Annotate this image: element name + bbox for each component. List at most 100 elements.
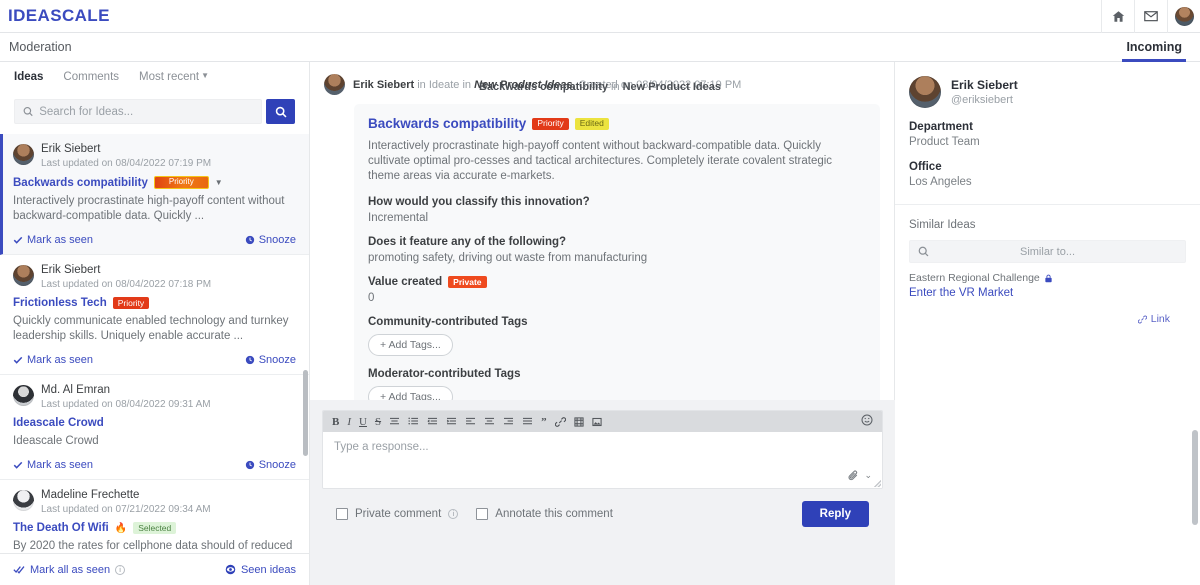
- mail-icon[interactable]: [1134, 0, 1167, 33]
- similar-idea-link[interactable]: Enter the VR Market: [909, 287, 1186, 299]
- scrollbar-thumb[interactable]: [303, 370, 308, 456]
- list-item[interactable]: Erik Siebert Last updated on 08/04/2022 …: [0, 134, 309, 255]
- snooze-button[interactable]: Snooze: [245, 354, 296, 366]
- comment-textarea[interactable]: Type a response... ⌄: [323, 432, 882, 488]
- thread-meta: Erik Siebert in Ideate in New Product Id…: [353, 79, 741, 91]
- indent-icon[interactable]: [446, 417, 457, 426]
- similar-search-placeholder: Similar to...: [1019, 245, 1075, 258]
- mark-as-seen-button[interactable]: Mark as seen: [13, 459, 93, 471]
- content-area: Ideas Comments Most recent ▼ Search for …: [0, 62, 1200, 585]
- snooze-label: Snooze: [258, 354, 296, 366]
- idea-question-3: Value created: [368, 276, 443, 288]
- card-header: Madeline Frechette Last updated on 07/21…: [13, 489, 296, 515]
- card-author: Madeline Frechette: [41, 489, 140, 501]
- user-avatar[interactable]: [1167, 0, 1200, 33]
- clock-icon: [245, 355, 254, 365]
- comment-editor-wrap: B I U S ” Type a response... ⌄ Private c…: [310, 400, 895, 527]
- italic-icon[interactable]: I: [347, 416, 351, 428]
- card-title[interactable]: Backwards compatibility: [13, 177, 148, 189]
- thread-campaign[interactable]: New Product Ideas,: [474, 79, 575, 91]
- search-icon: [275, 106, 287, 118]
- avatar: [324, 74, 345, 95]
- annotate-comment-checkbox[interactable]: Annotate this comment: [476, 508, 613, 520]
- mark-as-seen-button[interactable]: Mark as seen: [13, 354, 93, 366]
- chevron-down-icon: ▼: [201, 71, 210, 80]
- unordered-list-icon[interactable]: [408, 417, 419, 426]
- list-item[interactable]: Madeline Frechette Last updated on 07/21…: [0, 480, 309, 553]
- attachment-icon: [848, 470, 858, 481]
- info-icon[interactable]: i: [115, 564, 126, 575]
- snooze-button[interactable]: Snooze: [245, 459, 296, 471]
- department-value: Product Team: [909, 136, 980, 148]
- reply-button[interactable]: Reply: [801, 501, 869, 527]
- add-moderator-tag-button[interactable]: + Add Tags...: [368, 386, 453, 400]
- card-updated: Last updated on 08/04/2022 09:31 AM: [41, 399, 211, 410]
- seen-ideas-button[interactable]: Seen ideas: [225, 564, 296, 576]
- attachment-controls[interactable]: ⌄: [848, 470, 872, 481]
- underline-icon[interactable]: U: [359, 416, 367, 428]
- link-label: Link: [1150, 313, 1170, 325]
- idea-question-3-row: Value created Private: [368, 276, 866, 288]
- editor-footer: Private comment i Annotate this comment …: [322, 489, 883, 527]
- private-comment-checkbox[interactable]: Private comment i: [336, 508, 459, 520]
- align-justify-icon[interactable]: [522, 417, 533, 426]
- tab-ideas[interactable]: Ideas: [14, 71, 43, 83]
- search-input[interactable]: [39, 105, 253, 118]
- search-button[interactable]: [266, 99, 295, 124]
- ideas-list[interactable]: Erik Siebert Last updated on 08/04/2022 …: [0, 134, 309, 553]
- card-author: Erik Siebert: [41, 143, 101, 155]
- office-label: Office: [909, 161, 942, 173]
- add-community-tag-button[interactable]: + Add Tags...: [368, 334, 453, 356]
- department-label: Department: [909, 121, 973, 133]
- thread-author[interactable]: Erik Siebert: [353, 79, 414, 91]
- sort-dropdown[interactable]: Most recent ▼: [139, 71, 209, 83]
- resize-handle[interactable]: [874, 480, 881, 487]
- info-icon[interactable]: i: [448, 509, 459, 519]
- list-item[interactable]: Md. Al Emran Last updated on 08/04/2022 …: [0, 375, 309, 480]
- page-scrollbar-thumb[interactable]: [1192, 430, 1198, 525]
- image-icon[interactable]: [592, 417, 602, 427]
- emoji-icon[interactable]: [861, 414, 873, 429]
- list-item[interactable]: Erik Siebert Last updated on 08/04/2022 …: [0, 255, 309, 375]
- video-icon[interactable]: [574, 416, 584, 427]
- avatar: [13, 265, 34, 286]
- align-center-icon[interactable]: [389, 417, 400, 426]
- card-actions: Mark as seen Snooze: [13, 459, 296, 471]
- idea-answer-3: 0: [368, 292, 375, 304]
- mark-all-label: Mark all as seen: [30, 563, 111, 576]
- editor-toolbar: B I U S ”: [323, 411, 882, 432]
- card-title[interactable]: Ideascale Crowd: [13, 417, 104, 429]
- chevron-down-icon[interactable]: ⌄: [864, 470, 872, 481]
- strikethrough-icon[interactable]: S: [375, 416, 381, 428]
- snooze-label: Snooze: [258, 459, 296, 471]
- bold-icon[interactable]: B: [332, 416, 339, 428]
- annotate-comment-label: Annotate this comment: [495, 508, 613, 520]
- copy-link-button[interactable]: Link: [1137, 313, 1170, 325]
- profile-name[interactable]: Erik Siebert: [951, 78, 1018, 92]
- link-icon[interactable]: [554, 416, 566, 427]
- card-title[interactable]: Frictionless Tech: [13, 297, 107, 309]
- snooze-label: Snooze: [258, 234, 296, 246]
- mark-as-seen-button[interactable]: Mark as seen: [13, 234, 93, 246]
- align-center-2-icon[interactable]: [484, 417, 495, 426]
- link-icon: [1137, 315, 1147, 323]
- checkbox-box[interactable]: [336, 508, 348, 520]
- blockquote-icon[interactable]: ”: [541, 416, 547, 428]
- mark-all-as-seen-button[interactable]: Mark all as seen i: [13, 563, 126, 576]
- card-title[interactable]: The Death Of Wifi: [13, 522, 109, 534]
- idea-title[interactable]: Backwards compatibility: [368, 116, 526, 131]
- tab-incoming[interactable]: Incoming: [1122, 33, 1186, 62]
- tab-comments[interactable]: Comments: [63, 71, 119, 83]
- snooze-button[interactable]: Snooze: [245, 234, 296, 246]
- checkbox-box[interactable]: [476, 508, 489, 520]
- card-header: Erik Siebert Last updated on 08/04/2022 …: [13, 143, 296, 169]
- align-right-icon[interactable]: [503, 417, 514, 426]
- align-left-icon[interactable]: [465, 417, 476, 426]
- chevron-down-icon[interactable]: ▼: [215, 178, 223, 187]
- similar-search-input[interactable]: Similar to...: [909, 240, 1186, 263]
- home-icon[interactable]: [1101, 0, 1134, 33]
- idea-detail-column: Erik Siebert in Ideate in New Product Id…: [310, 62, 895, 585]
- brand-logo[interactable]: IDEASCALE: [8, 6, 110, 26]
- outdent-icon[interactable]: [427, 417, 438, 426]
- search-input-wrap[interactable]: [14, 99, 262, 124]
